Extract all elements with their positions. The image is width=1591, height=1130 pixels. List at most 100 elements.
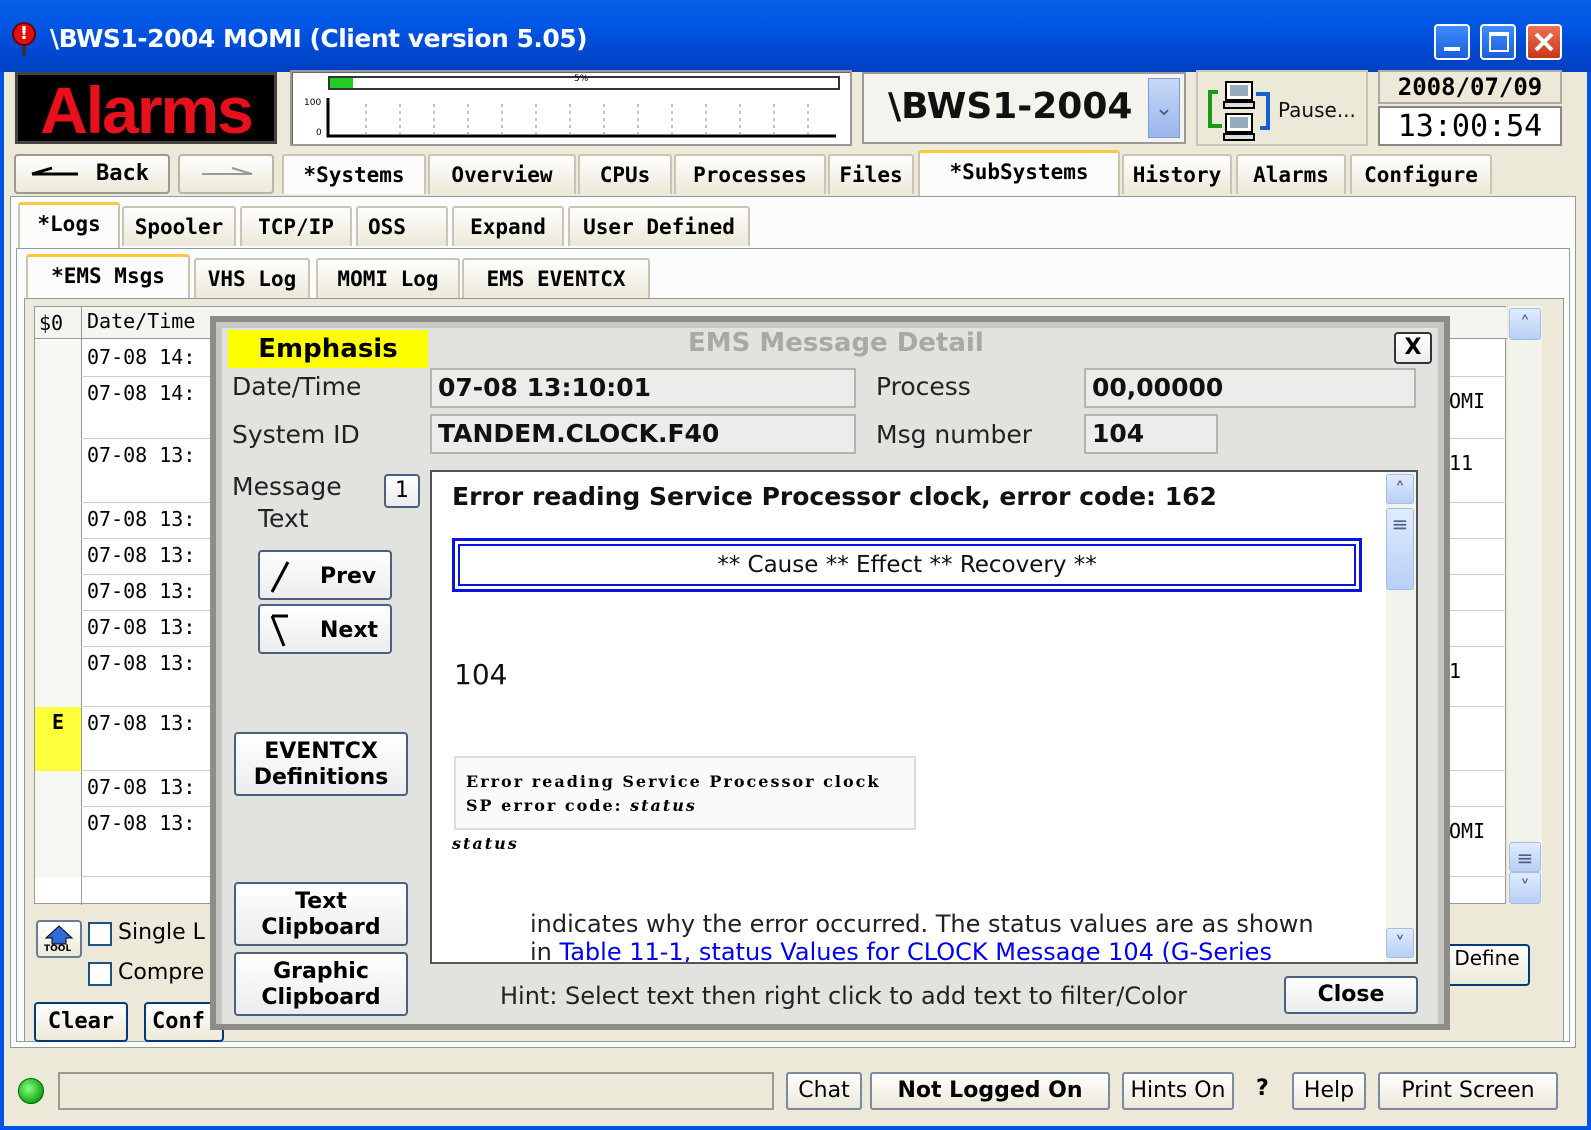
single-line-checkbox[interactable] (88, 922, 112, 946)
message-index: 1 (384, 474, 420, 508)
forward-arrow-icon (202, 167, 253, 175)
gauge-bar: 5% (328, 74, 840, 90)
tool-button[interactable]: TOOL (36, 920, 82, 958)
message-code-block: Error reading Service Processor clock SP… (454, 756, 916, 830)
tab-configure[interactable]: Configure (1350, 154, 1492, 194)
print-screen-button[interactable]: Print Screen (1378, 1072, 1558, 1110)
define-button[interactable]: Define (1444, 944, 1530, 986)
row-datetime: 07-08 14: (87, 381, 196, 405)
computers-icon (1208, 81, 1270, 141)
tab-ems-msgs[interactable]: *EMS Msgs (26, 254, 190, 300)
row-datetime: 07-08 13: (87, 651, 196, 675)
chevron-down-icon[interactable]: ⌄ (1148, 78, 1180, 138)
description-link-line: in Table 11-1, status Values for CLOCK M… (530, 938, 1272, 962)
message-text-area[interactable]: Error reading Service Processor clock, e… (430, 470, 1418, 964)
tab-history[interactable]: History (1122, 154, 1232, 194)
clear-button[interactable]: Clear (34, 1002, 128, 1042)
close-icon (1534, 32, 1554, 52)
datetime-field[interactable]: 07-08 13:10:01 (430, 368, 856, 408)
tab-tcpip[interactable]: TCP/IP (240, 206, 352, 246)
compress-label: Compre (118, 960, 205, 985)
process-field[interactable]: 00,00000 (1084, 368, 1416, 408)
msg-number-field[interactable]: 104 (1084, 414, 1218, 454)
scroll-up-icon[interactable]: ˄ (1509, 308, 1541, 340)
variable-name: status (452, 834, 519, 853)
tab-systems[interactable]: *Systems (282, 154, 426, 194)
close-window-button[interactable] (1526, 24, 1562, 60)
scroll-thumb[interactable]: ≡ (1509, 842, 1541, 872)
msg-number-label: Msg number (876, 420, 1032, 449)
login-status-button[interactable]: Not Logged On (870, 1072, 1110, 1110)
message-scrollbar[interactable]: ˄ ≡ ˅ (1386, 472, 1416, 962)
tab-alarms[interactable]: Alarms (1236, 154, 1346, 194)
tab-overview[interactable]: Overview (428, 154, 576, 194)
gauge-y-min: 0 (316, 128, 322, 138)
date-display: 2008/07/09 (1378, 70, 1562, 104)
back-button[interactable]: Back (14, 154, 170, 194)
row-text-tail: 1 (1449, 659, 1462, 683)
node-selector[interactable]: \BWS1-2004 ⌄ (862, 72, 1186, 144)
msg-scroll-down-icon[interactable]: ˅ (1386, 928, 1414, 958)
tab-subsystems[interactable]: *SubSystems (918, 150, 1120, 196)
node-name: \BWS1-2004 (888, 86, 1133, 127)
minimize-button[interactable] (1434, 24, 1470, 60)
tab-ems-eventcx[interactable]: EMS EVENTCX (462, 258, 650, 298)
graphic-clipboard-button[interactable]: Graphic Clipboard (234, 952, 408, 1016)
tab-momi-log[interactable]: MOMI Log (316, 258, 460, 298)
row-datetime: 07-08 13: (87, 811, 196, 835)
pause-label: Pause... (1278, 98, 1356, 122)
status-message-field (58, 1072, 774, 1110)
row-datetime: 07-08 13: (87, 615, 196, 639)
row-datetime: 07-08 13: (87, 579, 196, 603)
row-flag (35, 539, 81, 575)
row-text-tail: 11 (1449, 451, 1474, 475)
gauge-axis (326, 98, 836, 138)
col-flag-header[interactable]: $0 (39, 311, 63, 335)
row-flag (35, 771, 81, 807)
hints-button[interactable]: Hints On (1122, 1072, 1234, 1110)
forward-button[interactable] (178, 154, 274, 194)
prev-icon (270, 561, 290, 593)
emphasis-label[interactable]: Emphasis (228, 330, 428, 368)
tab-processes[interactable]: Processes (674, 154, 826, 194)
text-clipboard-button[interactable]: Text Clipboard (234, 882, 408, 946)
close-button[interactable]: Close (1284, 976, 1418, 1014)
tab-logs[interactable]: *Logs (18, 202, 120, 248)
tab-vhs-log[interactable]: VHS Log (194, 258, 310, 298)
alarms-indicator[interactable]: Alarms (15, 72, 277, 145)
compress-checkbox[interactable] (88, 962, 112, 986)
tab-user-defined[interactable]: User Defined (568, 206, 750, 246)
msg-scroll-thumb[interactable]: ≡ (1386, 508, 1414, 590)
single-line-label: Single L (118, 920, 205, 945)
back-arrow-icon (31, 166, 78, 176)
row-datetime: 07-08 13: (87, 507, 196, 531)
col-datetime-header[interactable]: Date/Time (87, 309, 195, 333)
message-label: Message (232, 472, 342, 501)
msg-scroll-up-icon[interactable]: ˄ (1386, 474, 1414, 504)
grid-scrollbar[interactable]: ˄ ≡ ˅ (1508, 306, 1542, 904)
chat-button[interactable]: Chat (786, 1072, 862, 1110)
message-text-label: Text (258, 504, 309, 533)
next-button[interactable]: Next (258, 604, 392, 654)
tab-expand[interactable]: Expand (452, 206, 564, 246)
window-title: \BWS1-2004 MOMI (Client version 5.05) (50, 24, 588, 53)
help-question-icon[interactable]: ? (1256, 1076, 1269, 1101)
title-bar: ! \BWS1-2004 MOMI (Client version 5.05) (0, 0, 1591, 72)
prev-button[interactable]: Prev (258, 550, 392, 600)
scroll-down-icon[interactable]: ˅ (1509, 872, 1541, 904)
tab-spooler[interactable]: Spooler (122, 206, 236, 246)
tab-files[interactable]: Files (828, 154, 914, 194)
tab-cpus[interactable]: CPUs (578, 154, 672, 194)
table-link[interactable]: Table 11-1, status Values for CLOCK Mess… (560, 938, 1272, 962)
row-flag (35, 377, 81, 439)
system-id-field[interactable]: TANDEM.CLOCK.F40 (430, 414, 856, 454)
eventcx-definitions-button[interactable]: EVENTCX Definitions (234, 732, 408, 796)
row-flag (35, 575, 81, 611)
tab-oss[interactable]: OSS (356, 206, 448, 246)
help-button[interactable]: Help (1292, 1072, 1366, 1110)
maximize-button[interactable] (1480, 24, 1516, 60)
row-flag (35, 807, 81, 877)
pause-button[interactable]: Pause... (1196, 70, 1368, 146)
dialog-close-x-button[interactable]: X (1394, 332, 1432, 364)
cpu-gauge: 5% 100 0 (290, 70, 852, 146)
